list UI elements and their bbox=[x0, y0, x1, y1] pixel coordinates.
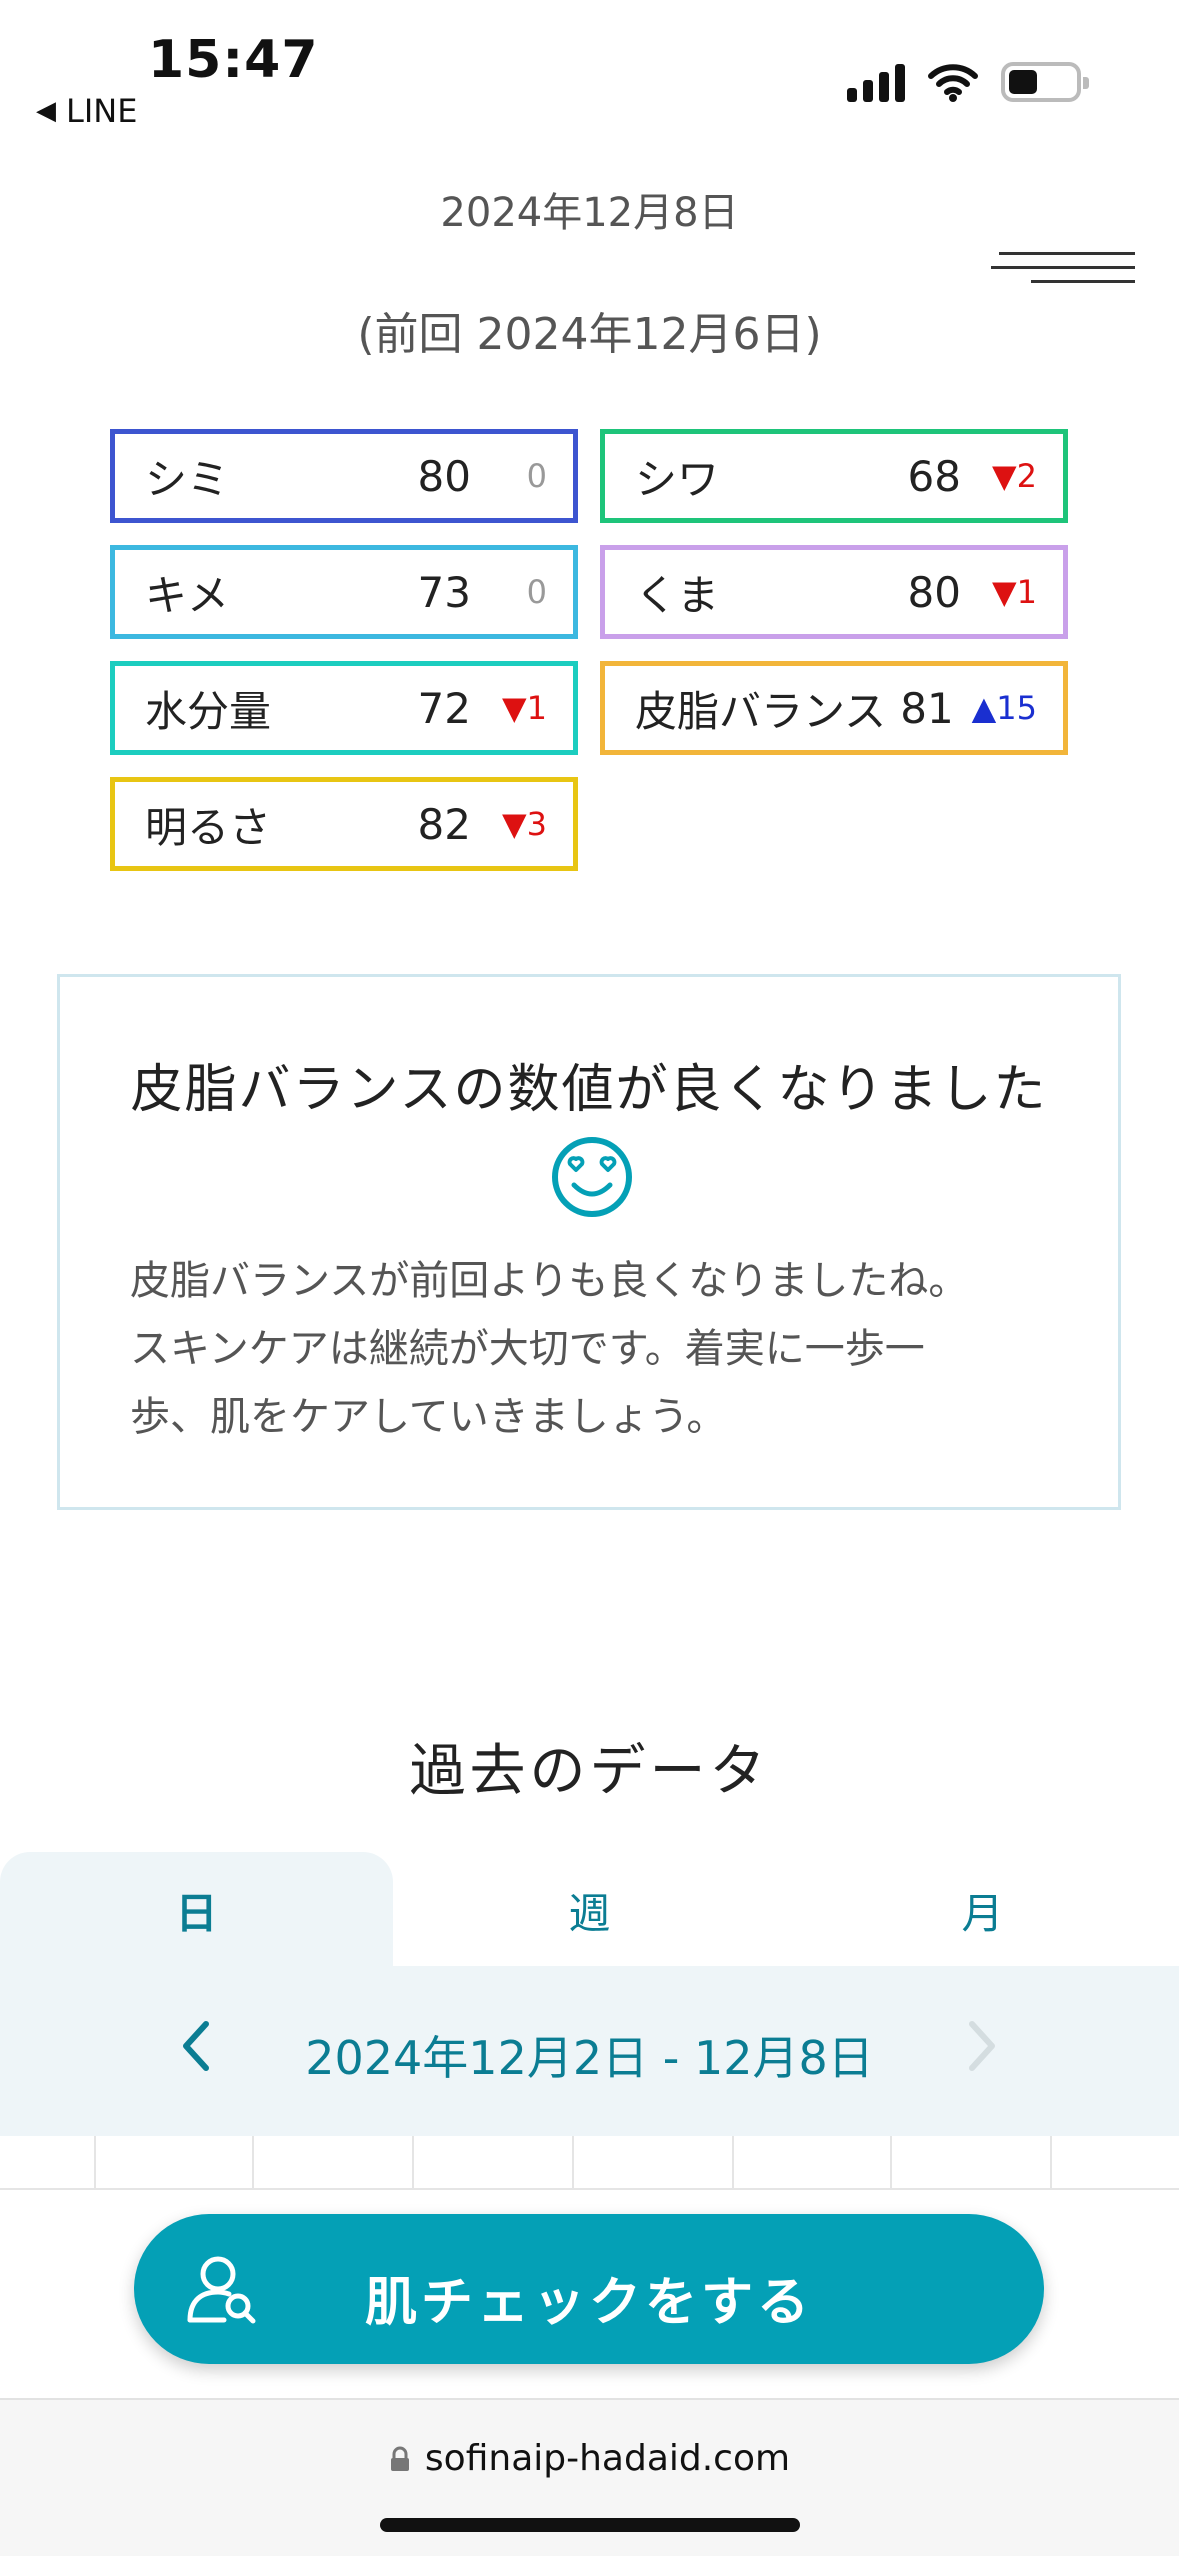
score-change: ▼3 bbox=[502, 805, 547, 843]
message-line: 皮脂バランスが前回よりも良くなりましたね。 bbox=[130, 1258, 969, 1304]
lock-icon bbox=[390, 2446, 409, 2471]
back-to-line-button[interactable]: ◀ LINE bbox=[36, 92, 137, 130]
clock: 15:47 bbox=[148, 30, 319, 90]
hamburger-menu-icon[interactable] bbox=[991, 248, 1135, 288]
score-label: 水分量 bbox=[145, 686, 272, 736]
score-change: ▼1 bbox=[502, 689, 547, 727]
score-label: シワ bbox=[635, 454, 720, 504]
score-label: くま bbox=[635, 570, 720, 620]
message-title: 皮脂バランスの数値が良くなりました bbox=[130, 1060, 1048, 1120]
triangle-left-icon: ◀ bbox=[36, 96, 56, 126]
message-body: 皮脂バランスが前回よりも良くなりましたね。 スキンケアは継続が大切です。着実に一… bbox=[130, 1247, 1070, 1451]
score-card: 水分量 72 ▼1 bbox=[110, 661, 578, 755]
score-value: 81 bbox=[900, 683, 954, 733]
chevron-right-icon[interactable] bbox=[962, 2016, 1002, 2076]
date-range-bar: 2024年12月2日 - 12月8日 bbox=[0, 1966, 1179, 2136]
date-range-label: 2024年12月2日 - 12月8日 bbox=[305, 2031, 874, 2085]
score-change: 0 bbox=[526, 573, 547, 611]
score-value: 73 bbox=[417, 567, 471, 617]
score-value: 72 bbox=[417, 683, 471, 733]
tab-week[interactable]: 週 bbox=[393, 1852, 786, 1968]
score-card: シミ 80 0 bbox=[110, 429, 578, 523]
message-card: 皮脂バランスの数値が良くなりました 皮脂バランスが前回よりも良くなりましたね。 … bbox=[57, 974, 1121, 1510]
period-tabs: 日 週 月 bbox=[0, 1852, 1179, 1968]
score-card: くま 80 ▼1 bbox=[600, 545, 1068, 639]
cta-area: 肌チェックをする bbox=[0, 2190, 1179, 2400]
heart-eyes-smile-icon bbox=[552, 1137, 632, 1217]
skin-check-label: 肌チェックをする bbox=[364, 2273, 813, 2333]
score-value: 82 bbox=[417, 799, 471, 849]
score-card: 皮脂バランス 81 ▲15 bbox=[600, 661, 1068, 755]
previous-date: (前回 2024年12月6日) bbox=[357, 309, 822, 360]
score-value: 80 bbox=[417, 451, 471, 501]
score-label: シミ bbox=[145, 454, 230, 504]
score-value: 68 bbox=[907, 451, 961, 501]
system-icons bbox=[847, 62, 1089, 102]
score-card: 明るさ 82 ▼3 bbox=[110, 777, 578, 871]
skin-check-button[interactable]: 肌チェックをする bbox=[134, 2214, 1044, 2364]
cellular-signal-icon bbox=[847, 62, 905, 102]
back-app-label: LINE bbox=[66, 92, 138, 130]
tab-month[interactable]: 月 bbox=[786, 1852, 1179, 1968]
score-card: キメ 73 0 bbox=[110, 545, 578, 639]
url-text: sofinaip-hadaid.com bbox=[424, 2438, 791, 2479]
tab-day[interactable]: 日 bbox=[0, 1852, 393, 1968]
message-line: スキンケアは継続が大切です。着実に一歩一 bbox=[130, 1326, 925, 1372]
score-change: ▼2 bbox=[992, 457, 1037, 495]
battery-icon bbox=[1001, 62, 1089, 102]
home-indicator[interactable] bbox=[380, 2518, 800, 2532]
score-change: ▼1 bbox=[992, 573, 1037, 611]
chart-grid-top bbox=[0, 2136, 1179, 2190]
measurement-date: 2024年12月8日 bbox=[440, 190, 739, 236]
score-label: 皮脂バランス bbox=[635, 686, 887, 736]
browser-bar: sofinaip-hadaid.com bbox=[0, 2398, 1179, 2556]
address-bar[interactable]: sofinaip-hadaid.com bbox=[0, 2438, 1179, 2479]
message-line: 歩、肌をケアしていきましょう。 bbox=[130, 1394, 727, 1440]
score-label: 明るさ bbox=[145, 802, 272, 852]
score-label: キメ bbox=[145, 570, 230, 620]
score-card: シワ 68 ▼2 bbox=[600, 429, 1068, 523]
score-value: 80 bbox=[907, 567, 961, 617]
past-data-title: 過去のデータ bbox=[409, 1739, 770, 1804]
score-change: 0 bbox=[526, 457, 547, 495]
wifi-icon bbox=[928, 64, 978, 102]
status-bar: 15:47 ◀ LINE bbox=[0, 0, 1179, 150]
score-change: ▲15 bbox=[971, 689, 1037, 727]
